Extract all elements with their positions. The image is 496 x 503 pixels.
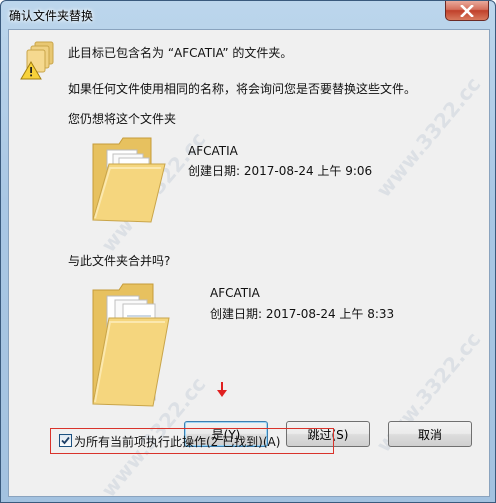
dialog-content: www.3322.cc www.3322.cc www.3322.cc www.… (8, 29, 490, 502)
message-line-3: 您仍想将这个文件夹 (68, 112, 177, 126)
target-folder-created: 创建日期: 2017-08-24 上午 8:33 (210, 307, 395, 321)
source-folder-name: AFCATIA (188, 144, 238, 158)
window-title: 确认文件夹替换 (9, 9, 94, 23)
apply-all-label[interactable]: 为所有当前项执行此操作(2 已找到)(A) (74, 433, 280, 450)
red-arrow-annotation (217, 382, 227, 397)
target-folder-icon[interactable] (89, 282, 171, 412)
apply-all-checkbox[interactable] (59, 434, 72, 447)
merge-question: 与此文件夹合并吗? (68, 254, 171, 268)
confirm-folder-replace-dialog: 确认文件夹替换 www.3322.cc www.3322.cc www.3322… (0, 0, 496, 503)
checkmark-icon (61, 436, 70, 445)
message-line-1: 此目标已包含名为 “AFCATIA” 的文件夹。 (68, 46, 293, 60)
close-icon (460, 4, 474, 17)
warning-folders-icon (20, 41, 54, 80)
apply-all-highlight: 为所有当前项执行此操作(2 已找到)(A) (50, 428, 334, 454)
message-line-2: 如果任何文件使用相同的名称，将会询问您是否要替换这些文件。 (68, 82, 417, 96)
target-folder-name: AFCATIA (210, 286, 260, 300)
cancel-button[interactable]: 取消 (388, 421, 472, 447)
source-folder-icon[interactable] (89, 134, 167, 226)
close-button[interactable] (445, 1, 489, 21)
source-folder-created: 创建日期: 2017-08-24 上午 9:06 (188, 164, 373, 178)
title-bar[interactable]: 确认文件夹替换 (1, 1, 495, 29)
